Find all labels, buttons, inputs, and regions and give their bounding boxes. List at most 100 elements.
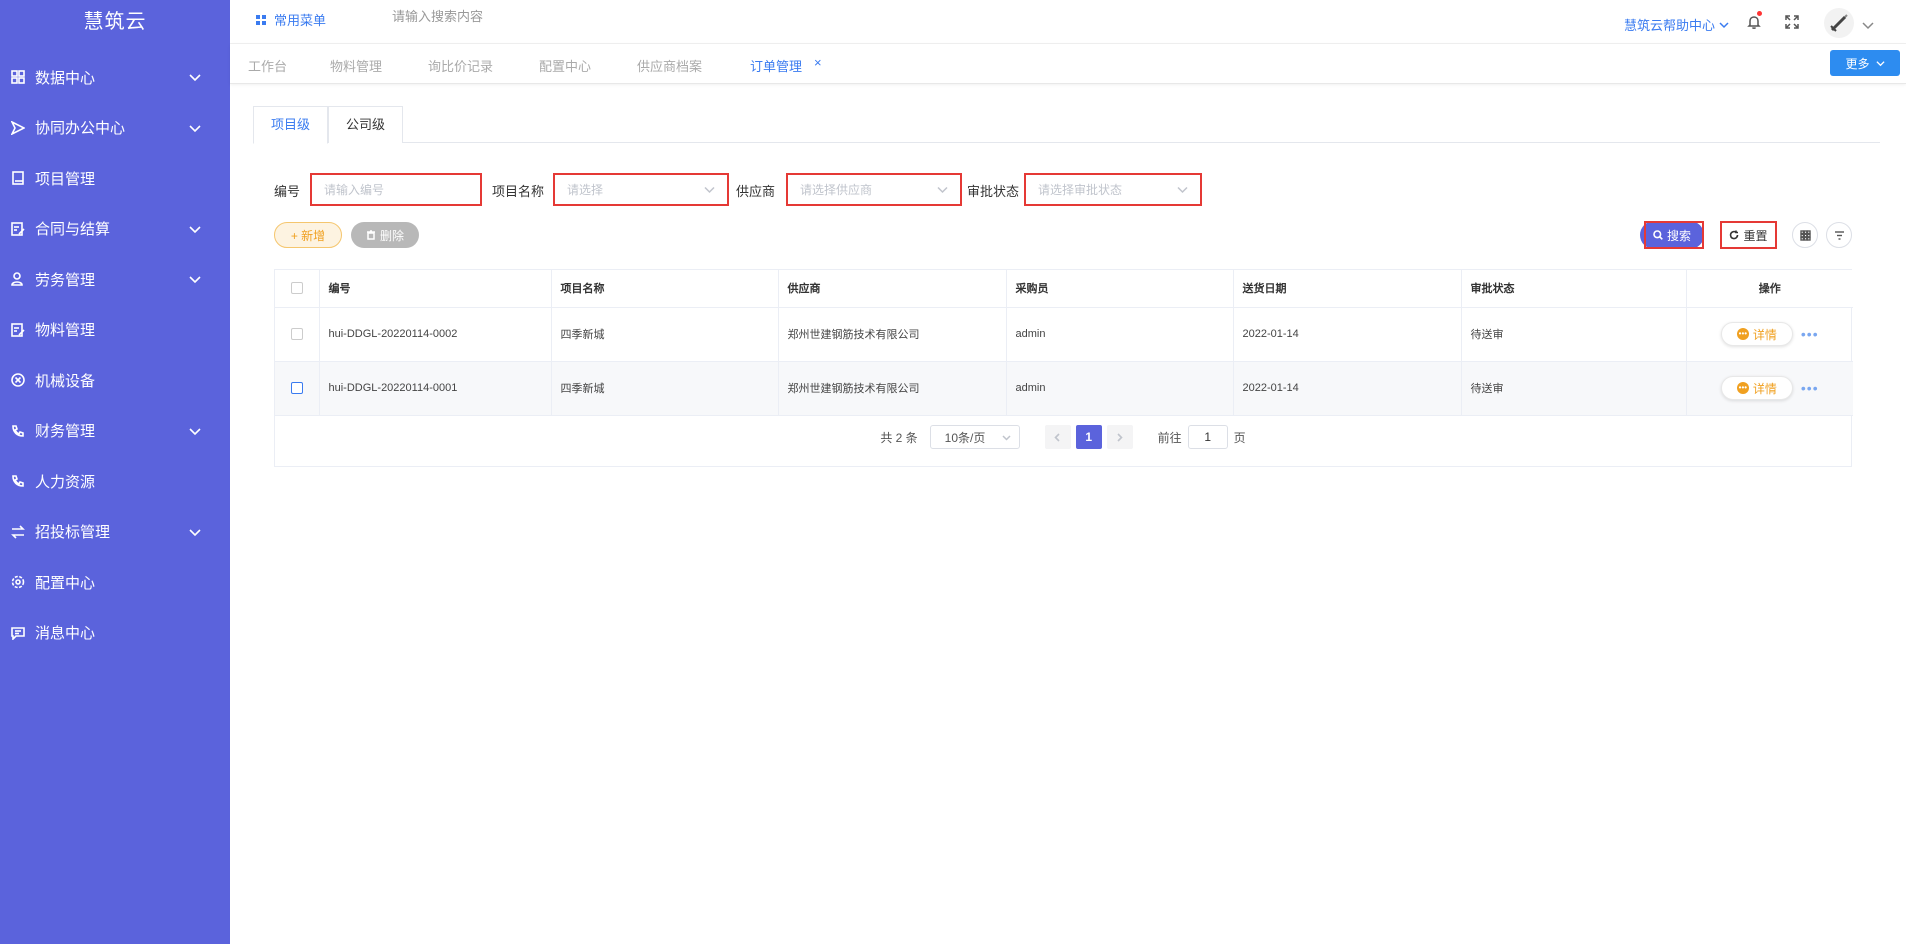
tab-inquiry-records[interactable]: 询比价记录 bbox=[428, 56, 493, 75]
page-size-select[interactable]: 10条/页 bbox=[929, 425, 1020, 449]
cell-buyer: admin bbox=[1006, 307, 1234, 362]
tab-supplier-archive[interactable]: 供应商档案 bbox=[637, 56, 702, 75]
code-filter-label: 编号 bbox=[274, 184, 301, 199]
fullscreen-icon[interactable] bbox=[1784, 14, 1800, 30]
row-select-cell bbox=[275, 361, 320, 416]
tab-workbench[interactable]: 工作台 bbox=[248, 56, 287, 75]
chevron-down-icon bbox=[188, 222, 202, 236]
detail-button[interactable]: ••• 详情 bbox=[1720, 322, 1793, 346]
sidebar-item-config[interactable]: 配置中心 bbox=[0, 557, 230, 608]
sidebar-item-contract[interactable]: 合同与结算 bbox=[0, 204, 230, 255]
sidebar-item-messages[interactable]: 消息中心 bbox=[0, 608, 230, 659]
prev-page-button[interactable] bbox=[1044, 425, 1071, 449]
delete-button[interactable]: 删除 bbox=[351, 222, 419, 248]
send-icon bbox=[10, 120, 26, 136]
grid-icon bbox=[256, 14, 266, 25]
more-tabs-button[interactable]: 更多 bbox=[1830, 50, 1900, 76]
page-number-current[interactable]: 1 bbox=[1075, 425, 1102, 449]
gear-icon bbox=[10, 574, 26, 590]
sword-icon bbox=[1830, 14, 1848, 32]
sidebar-item-material[interactable]: 物料管理 bbox=[0, 305, 230, 356]
pagination-total: 共 2 条 bbox=[880, 430, 918, 445]
tab-company-level[interactable]: 公司级 bbox=[328, 106, 404, 143]
global-search-input[interactable] bbox=[392, 9, 592, 24]
code-filter-box[interactable] bbox=[310, 173, 482, 206]
tab-order-management[interactable]: 订单管理 bbox=[750, 56, 802, 75]
more-actions-icon[interactable]: ••• bbox=[1801, 380, 1819, 396]
column-header-project[interactable]: 项目名称 bbox=[551, 270, 779, 308]
sidebar-item-label: 招投标管理 bbox=[35, 524, 111, 542]
tab-config[interactable]: 配置中心 bbox=[539, 56, 591, 75]
user-avatar[interactable] bbox=[1824, 8, 1854, 38]
code-input[interactable] bbox=[324, 182, 468, 197]
column-header-status[interactable]: 审批状态 bbox=[1461, 270, 1687, 308]
sidebar-item-project[interactable]: 项目管理 bbox=[0, 153, 230, 204]
cell-code: hui-DDGL-20220114-0002 bbox=[319, 307, 552, 362]
column-header-code[interactable]: 编号 bbox=[319, 270, 552, 308]
sidebar-item-label: 人力资源 bbox=[35, 473, 96, 491]
filter-toggle-icon[interactable] bbox=[1826, 222, 1852, 248]
sidebar-item-collaboration[interactable]: 协同办公中心 bbox=[0, 103, 230, 154]
message-icon bbox=[10, 625, 26, 641]
close-icon[interactable]: × bbox=[814, 55, 822, 70]
project-select[interactable]: 请选择 bbox=[553, 173, 729, 206]
sidebar-item-hr[interactable]: 人力资源 bbox=[0, 456, 230, 507]
supplier-select[interactable]: 请选择供应商 bbox=[786, 173, 962, 206]
goto-page-input[interactable] bbox=[1187, 425, 1228, 449]
edit-doc-icon bbox=[10, 221, 26, 237]
goto-page: 前往 页 bbox=[1158, 425, 1246, 449]
cell-delivery-date: 2022-01-14 bbox=[1233, 361, 1462, 416]
status-select[interactable]: 请选择审批状态 bbox=[1024, 173, 1202, 206]
phone-icon bbox=[10, 473, 26, 489]
row-checkbox[interactable] bbox=[290, 328, 303, 341]
column-header-delivery-date[interactable]: 送货日期 bbox=[1233, 270, 1462, 308]
cell-supplier: 郑州世建钢筋技术有限公司 bbox=[778, 361, 1007, 416]
detail-button[interactable]: ••• 详情 bbox=[1720, 376, 1793, 400]
cell-project: 四季新城 bbox=[551, 361, 779, 416]
table-header-row: 编号 项目名称 供应商 采购员 送货日期 审批状态 操作 bbox=[275, 270, 1853, 308]
search-button-label: 搜索 bbox=[1666, 228, 1691, 243]
status-filter-label: 审批状态 bbox=[967, 184, 1020, 199]
column-header-supplier[interactable]: 供应商 bbox=[778, 270, 1007, 308]
add-button[interactable]: + 新增 bbox=[274, 222, 342, 248]
common-menu-button[interactable]: 常用菜单 bbox=[256, 10, 326, 29]
delete-button-label: 删除 bbox=[379, 228, 404, 243]
sidebar-item-finance[interactable]: 财务管理 bbox=[0, 406, 230, 457]
column-settings-icon[interactable] bbox=[1792, 222, 1818, 248]
search-button[interactable]: 搜索 bbox=[1640, 221, 1704, 249]
app-logo[interactable]: 慧筑云 bbox=[0, 0, 230, 44]
status-select-placeholder: 请选择审批状态 bbox=[1038, 183, 1123, 197]
next-page-button[interactable] bbox=[1106, 425, 1133, 449]
tab-material[interactable]: 物料管理 bbox=[330, 56, 382, 75]
cell-status: 待送审 bbox=[1461, 307, 1687, 362]
sidebar-item-bidding[interactable]: 招投标管理 bbox=[0, 507, 230, 558]
chevron-down-icon[interactable] bbox=[1862, 18, 1874, 30]
notification-bell-icon[interactable] bbox=[1746, 11, 1762, 30]
sidebar-item-data-center[interactable]: 数据中心 bbox=[0, 52, 230, 103]
column-header-buyer[interactable]: 采购员 bbox=[1006, 270, 1234, 308]
row-checkbox[interactable] bbox=[290, 382, 303, 395]
select-all-checkbox[interactable] bbox=[290, 282, 303, 295]
reset-button[interactable]: 重置 bbox=[1720, 221, 1777, 249]
tab-project-level[interactable]: 项目级 bbox=[253, 106, 329, 144]
table-row[interactable]: hui-DDGL-20220114-0001 四季新城 郑州世建钢筋技术有限公司… bbox=[275, 361, 1853, 416]
goto-suffix: 页 bbox=[1233, 430, 1246, 445]
project-select-placeholder: 请选择 bbox=[567, 183, 604, 197]
page-tabs-bar: 工作台 物料管理 询比价记录 配置中心 供应商档案 订单管理 × 更多 bbox=[230, 44, 1906, 84]
sidebar-item-label: 机械设备 bbox=[35, 372, 96, 390]
top-bar: 常用菜单 慧筑云帮助中心 bbox=[230, 0, 1906, 44]
cell-code: hui-DDGL-20220114-0001 bbox=[319, 361, 552, 416]
sidebar-item-labor[interactable]: 劳务管理 bbox=[0, 254, 230, 305]
table-row[interactable]: hui-DDGL-20220114-0002 四季新城 郑州世建钢筋技术有限公司… bbox=[275, 307, 1853, 362]
detail-button-label: 详情 bbox=[1752, 327, 1777, 342]
help-center-dropdown[interactable]: 慧筑云帮助中心 bbox=[1624, 15, 1729, 34]
detail-button-label: 详情 bbox=[1752, 381, 1777, 396]
grid-icon bbox=[10, 69, 26, 85]
sidebar-item-machinery[interactable]: 机械设备 bbox=[0, 355, 230, 406]
cell-supplier: 郑州世建钢筋技术有限公司 bbox=[778, 307, 1007, 362]
chevron-down-icon bbox=[704, 186, 715, 194]
more-actions-icon[interactable]: ••• bbox=[1801, 326, 1819, 342]
help-center-label: 慧筑云帮助中心 bbox=[1624, 18, 1716, 33]
level-tabs: 项目级 公司级 bbox=[253, 106, 1880, 144]
more-tabs-label: 更多 bbox=[1845, 56, 1870, 71]
